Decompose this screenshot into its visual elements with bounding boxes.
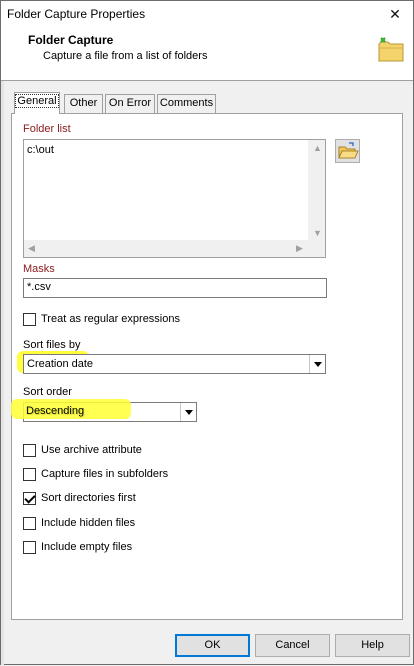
scroll-up-icon[interactable]: ▲ bbox=[313, 143, 322, 153]
empty-files-box[interactable] bbox=[23, 541, 36, 554]
regex-checkbox-label: Treat as regular expressions bbox=[41, 313, 180, 325]
tab-general-label: General bbox=[15, 94, 59, 108]
empty-files-label: Include empty files bbox=[41, 541, 133, 553]
tab-other[interactable]: Other bbox=[64, 94, 103, 114]
folder-listbox[interactable]: c:\out ▲ ▼ ◀ ▶ bbox=[23, 139, 326, 258]
vertical-scrollbar[interactable]: ▲ ▼ bbox=[308, 140, 325, 241]
chevron-down-icon[interactable] bbox=[180, 403, 196, 421]
regex-checkbox-box[interactable] bbox=[23, 313, 36, 326]
tab-on-error-label: On Error bbox=[108, 97, 152, 109]
tab-other-label: Other bbox=[69, 97, 98, 109]
tab-on-error[interactable]: On Error bbox=[105, 94, 155, 114]
folder-icon bbox=[378, 37, 404, 62]
header-title: Folder Capture bbox=[28, 33, 114, 47]
sort-by-select[interactable]: Creation date bbox=[23, 354, 326, 374]
horizontal-scrollbar[interactable]: ◀ ▶ bbox=[24, 240, 308, 257]
sort-directories-box[interactable] bbox=[23, 492, 36, 505]
cancel-button[interactable]: Cancel bbox=[255, 634, 330, 657]
open-folder-icon bbox=[338, 142, 359, 159]
help-button[interactable]: Help bbox=[335, 634, 410, 657]
subfolders-label: Capture files in subfolders bbox=[41, 468, 169, 480]
sort-order-value-overlay: Descending bbox=[26, 405, 85, 417]
browse-folder-button[interactable] bbox=[335, 139, 360, 163]
masks-input[interactable]: *.csv bbox=[23, 278, 327, 298]
dialog-header: Folder Capture Capture a file from a lis… bbox=[1, 29, 413, 81]
dialog-window: Folder Capture Properties ✕ Folder Captu… bbox=[0, 0, 414, 666]
close-icon[interactable]: ✕ bbox=[385, 4, 405, 24]
archive-attribute-box[interactable] bbox=[23, 444, 36, 457]
sort-by-label: Sort files by bbox=[23, 339, 81, 351]
chevron-down-icon[interactable] bbox=[309, 355, 325, 373]
masks-label: Masks bbox=[23, 263, 55, 275]
sort-by-value: Creation date bbox=[27, 358, 94, 370]
title-bar: Folder Capture Properties ✕ bbox=[1, 1, 413, 29]
left-edge bbox=[1, 81, 4, 666]
tab-comments-label: Comments bbox=[159, 97, 214, 109]
sort-order-label: Sort order bbox=[23, 386, 72, 398]
tab-general[interactable]: General bbox=[14, 92, 60, 114]
scrollbar-corner bbox=[308, 240, 325, 257]
hidden-files-label: Include hidden files bbox=[41, 517, 136, 529]
archive-attribute-label: Use archive attribute bbox=[41, 444, 142, 456]
subfolders-box[interactable] bbox=[23, 468, 36, 481]
folder-list-label: Folder list bbox=[23, 123, 71, 135]
scroll-down-icon[interactable]: ▼ bbox=[313, 228, 322, 238]
hidden-files-box[interactable] bbox=[23, 517, 36, 530]
scroll-right-icon[interactable]: ▶ bbox=[296, 243, 303, 254]
list-item[interactable]: c:\out bbox=[27, 144, 54, 156]
scroll-left-icon[interactable]: ◀ bbox=[28, 243, 35, 254]
ok-button[interactable]: OK bbox=[175, 634, 250, 657]
window-title: Folder Capture Properties bbox=[7, 7, 146, 21]
sort-directories-label: Sort directories first bbox=[41, 492, 136, 504]
header-subtitle: Capture a file from a list of folders bbox=[43, 50, 208, 62]
tab-comments[interactable]: Comments bbox=[157, 94, 216, 114]
